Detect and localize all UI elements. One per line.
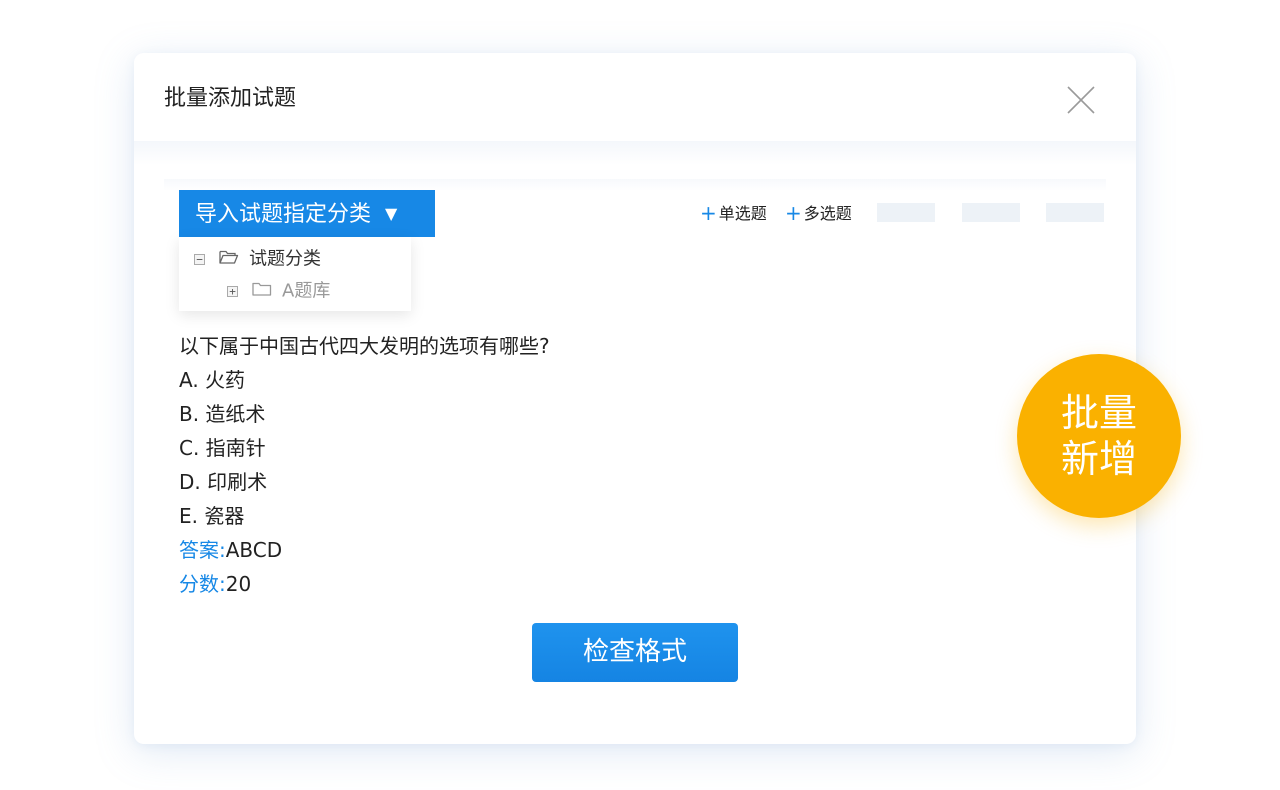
category-dropdown[interactable]: 导入试题指定分类 ▼ [179, 190, 435, 237]
dialog-title: 批量添加试题 [164, 86, 297, 111]
question-type-placeholder-button[interactable] [877, 203, 935, 222]
add-single-choice-button[interactable]: + 单选题 [700, 201, 767, 226]
collapse-icon[interactable]: − [194, 254, 205, 265]
score-value: 20 [225, 572, 252, 596]
badge-line-1: 批量 [1060, 391, 1137, 435]
category-tree: − 试题分类 + A题库 [179, 237, 411, 311]
batch-add-dialog: 批量添加试题 导入试题指定分类 ▼ − 试题分类 + A题库 + 单选题 + 多… [134, 53, 1136, 744]
question-type-placeholder-button[interactable] [962, 203, 1020, 222]
add-single-choice-label: 单选题 [718, 204, 767, 223]
option-line: E. 瓷器 [179, 504, 245, 528]
expand-icon[interactable]: + [227, 286, 238, 297]
option-line: A. 火药 [179, 368, 246, 392]
badge-line-2: 新增 [1060, 437, 1137, 481]
folder-open-icon [219, 247, 239, 273]
answer-line: 答案:ABCD [179, 533, 550, 567]
tree-node-label: A题库 [282, 280, 331, 302]
close-icon[interactable] [1066, 85, 1096, 115]
check-format-button[interactable]: 检查格式 [532, 623, 738, 682]
question-content[interactable]: 以下属于中国古代四大发明的选项有哪些? A. 火药 B. 造纸术 C. 指南针 … [179, 329, 550, 601]
tree-node-root[interactable]: − 试题分类 [194, 246, 321, 272]
caret-down-icon: ▼ [385, 204, 398, 223]
question-text: 以下属于中国古代四大发明的选项有哪些? [179, 334, 550, 358]
answer-value: ABCD [225, 538, 283, 562]
category-dropdown-label: 导入试题指定分类 [195, 202, 372, 227]
score-line: 分数:20 [179, 567, 550, 601]
header-divider [134, 141, 1136, 165]
add-multiple-choice-button[interactable]: + 多选题 [785, 201, 852, 226]
option-line: D. 印刷术 [179, 470, 268, 494]
question-type-placeholder-button[interactable] [1046, 203, 1104, 222]
dialog-header: 批量添加试题 [134, 53, 1136, 141]
answer-label: 答案: [179, 538, 226, 562]
tree-node-label: 试题分类 [249, 248, 321, 270]
folder-icon [252, 279, 272, 305]
tree-node-child[interactable]: + A题库 [227, 278, 330, 304]
plus-icon: + [700, 201, 717, 225]
option-line: C. 指南针 [179, 436, 266, 460]
batch-add-badge: 批量 新增 [1017, 354, 1181, 518]
add-multiple-choice-label: 多选题 [803, 204, 852, 223]
score-label: 分数: [179, 572, 226, 596]
option-line: B. 造纸术 [179, 402, 266, 426]
plus-icon: + [785, 201, 802, 225]
